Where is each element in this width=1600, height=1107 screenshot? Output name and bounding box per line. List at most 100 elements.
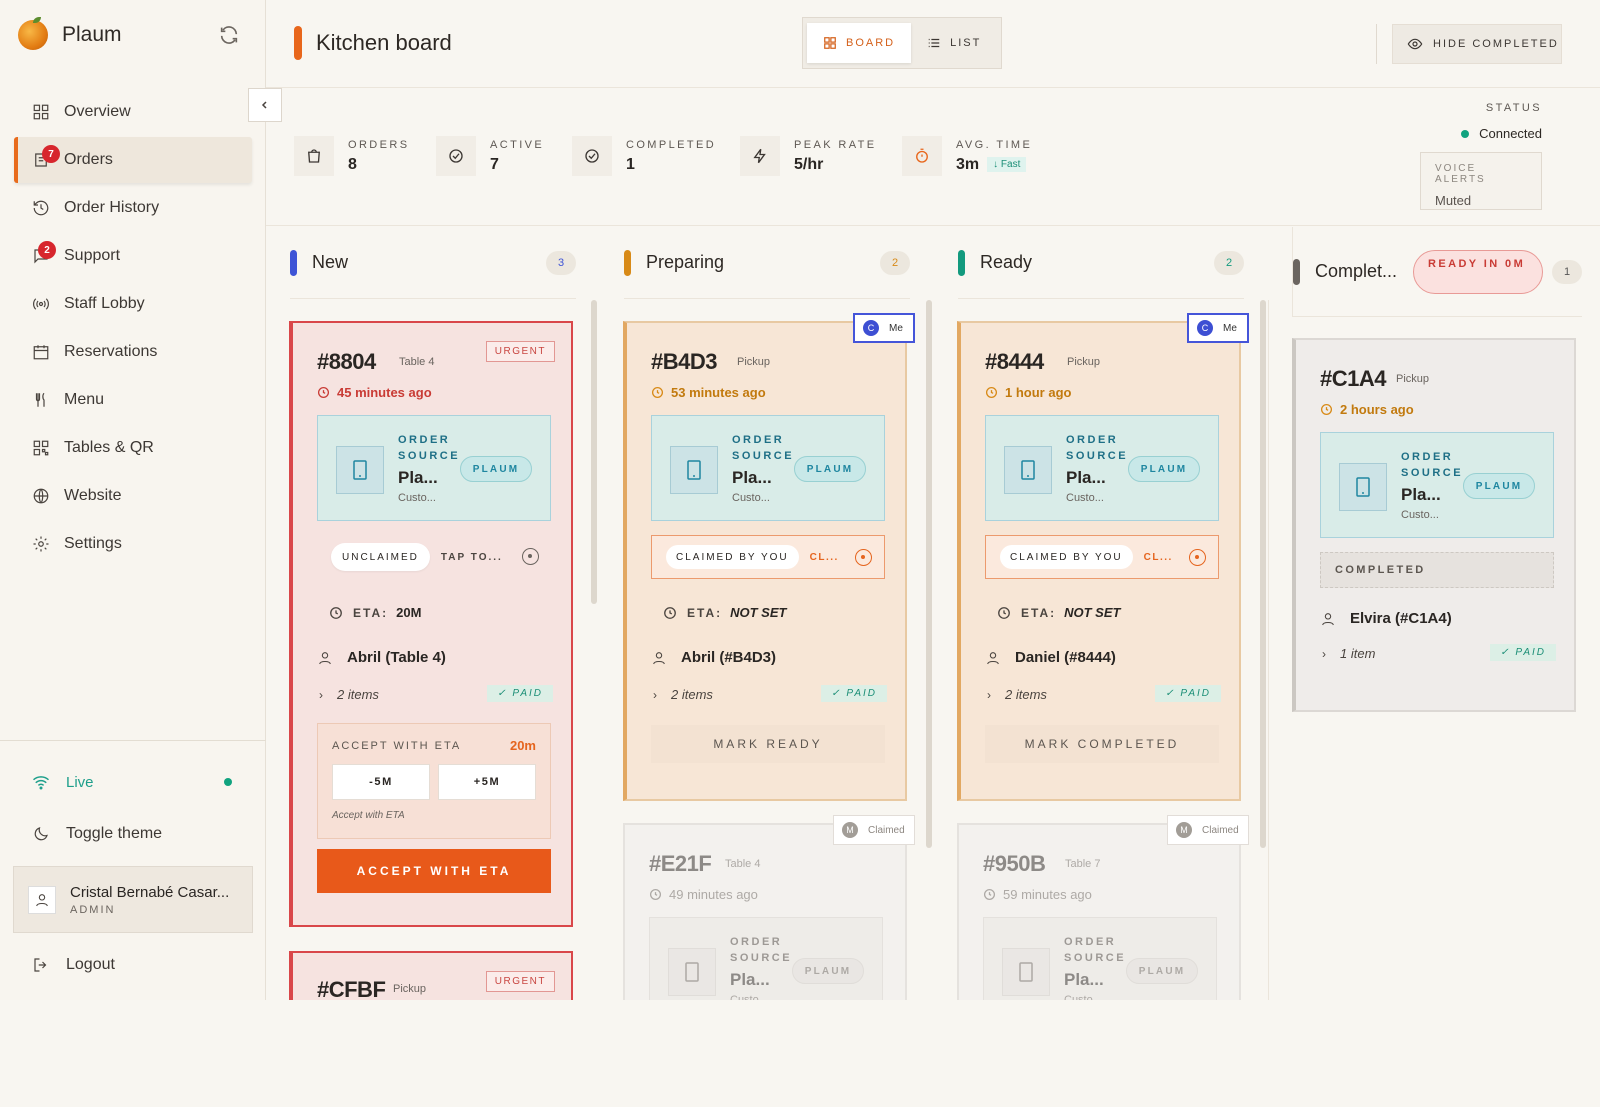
nav-tables-qr[interactable]: Tables & QR (14, 425, 252, 471)
nav-website[interactable]: Website (14, 473, 252, 519)
order-card[interactable]: C Me #8444 Pickup 1 hour ago ORDER SOURCE… (957, 313, 1249, 801)
me-label: Me (889, 322, 903, 334)
nav-reservations[interactable]: Reservations (14, 329, 252, 375)
plaum-badge: PLAUM (794, 456, 866, 482)
nav-staff-lobby[interactable]: Staff Lobby (14, 281, 252, 327)
live-dot (224, 778, 232, 786)
order-card[interactable]: C Me #B4D3 Pickup 53 minutes ago ORDER SO… (623, 313, 915, 801)
topbar-divider (1376, 24, 1377, 64)
tablet-icon (1004, 446, 1052, 494)
plus-5m-button[interactable]: +5M (438, 764, 536, 800)
customer-name: Abril (#B4D3) (651, 649, 776, 666)
order-card[interactable]: M Claimed #E21F Table 4 49 minutes ago OR… (623, 815, 915, 1000)
order-card[interactable]: #8804 Table 4 URGENT 45 minutes ago ORDE… (289, 321, 573, 927)
nav-label: Order History (64, 199, 160, 216)
moon-icon (34, 827, 48, 841)
page-bottom (0, 1000, 1600, 1107)
order-card[interactable]: #C1A4 Pickup 2 hours ago ORDER SOURCE Pl… (1292, 338, 1576, 712)
scrollbar-ready[interactable] (1260, 300, 1266, 848)
avatar (28, 885, 56, 914)
brand[interactable]: Plaum (18, 17, 122, 50)
order-card[interactable]: #CFBF Pickup URGENT (289, 951, 573, 1000)
nav-orders[interactable]: 7 Orders (14, 137, 252, 183)
chevron-right-icon: › (319, 687, 323, 702)
clock-icon (317, 386, 330, 399)
accept-eta-panel: ACCEPT WITH ETA 20m -5M +5M Accept with … (317, 723, 551, 839)
eta-value: 20M (396, 605, 422, 620)
nav-support[interactable]: 2 Support (14, 233, 252, 279)
plaum-badge: PLAUM (1126, 958, 1198, 984)
user-icon (1322, 612, 1334, 625)
me-avatar: C (863, 320, 879, 336)
order-time: 59 minutes ago (983, 887, 1092, 902)
toggle-theme[interactable]: Toggle theme (14, 814, 252, 854)
minus-5m-button[interactable]: -5M (332, 764, 430, 800)
scrollbar-new[interactable] (591, 300, 597, 604)
collapse-sidebar-button[interactable] (248, 88, 282, 122)
source-name: Pla... (1064, 970, 1104, 989)
nav-label: Staff Lobby (64, 295, 145, 312)
order-time: 45 minutes ago (317, 385, 432, 400)
eta-value: NOT SET (1064, 605, 1121, 620)
avg-time-value: 3m (956, 155, 980, 173)
paid-badge: ✓ PAID (1155, 685, 1221, 702)
topbar: Kitchen board BOARD LIST HIDE COMPLETED (266, 0, 1600, 88)
stat-completed: COMPLETED 1 (572, 135, 716, 177)
claim-action[interactable]: CL... (1144, 552, 1173, 563)
clock-icon (651, 386, 664, 399)
order-card[interactable]: M Claimed #950B Table 7 59 minutes ago OR… (957, 815, 1249, 1000)
column-title: Complet... (1315, 261, 1398, 281)
logout-button[interactable]: Logout (14, 945, 252, 985)
items-toggle[interactable]: › 2 items (987, 687, 1047, 702)
mark-completed-button[interactable]: MARK COMPLETED (985, 725, 1219, 763)
qr-icon (33, 440, 49, 456)
order-source: ORDER SOURCE Pla... Custo... PLAUM (651, 415, 885, 521)
nav-menu[interactable]: Menu (14, 377, 252, 423)
clock-icon (998, 606, 1010, 619)
scrollbar-preparing[interactable] (926, 300, 932, 848)
nav-label: Reservations (64, 343, 158, 360)
ready-in-badge: READY IN 0M (1413, 249, 1544, 294)
list-view-button[interactable]: LIST (911, 23, 997, 63)
accept-with-eta-button[interactable]: ACCEPT WITH ETA (317, 849, 551, 893)
board-view-button[interactable]: BOARD (807, 23, 912, 63)
tablet-icon (1339, 463, 1387, 511)
order-id: #B4D3 (651, 349, 717, 374)
refresh-icon[interactable] (218, 24, 240, 46)
order-source-label: ORDER SOURCE (1064, 936, 1127, 964)
items-count: 1 item (1340, 646, 1376, 661)
nav-overview[interactable]: Overview (14, 89, 252, 135)
voice-alerts-label: VOICE ALERTS (1435, 163, 1486, 185)
items-count: 2 items (337, 687, 379, 702)
items-toggle[interactable]: › 1 item (1322, 646, 1375, 661)
chevron-right-icon: › (653, 687, 657, 702)
plaum-badge: PLAUM (1128, 456, 1200, 482)
claimed-label: Claimed (1202, 824, 1239, 836)
mark-ready-button[interactable]: MARK READY (651, 725, 885, 763)
claim-target-icon[interactable] (522, 548, 539, 565)
hide-completed-label: HIDE COMPLETED (1433, 38, 1559, 50)
nav-label: Website (64, 487, 122, 504)
tap-to-claim[interactable]: TAP TO... (441, 552, 503, 563)
eta-row: ETA: NOT SET (663, 605, 786, 620)
claimer-avatar: M (842, 822, 858, 838)
claim-row[interactable]: CLAIMED BY YOU CL... (651, 535, 885, 579)
voice-alerts-toggle[interactable]: VOICE ALERTS Muted (1420, 152, 1542, 210)
claim-target-icon[interactable] (1189, 549, 1206, 566)
items-toggle[interactable]: › 2 items (653, 687, 713, 702)
claim-target-icon[interactable] (855, 549, 872, 566)
bolt-icon (753, 148, 766, 164)
claim-row[interactable]: UNCLAIMED TAP TO... (317, 535, 551, 579)
claim-action[interactable]: CL... (810, 552, 839, 563)
nav-order-history[interactable]: Order History (14, 185, 252, 231)
nav-label: Menu (64, 391, 105, 408)
nav-settings[interactable]: Settings (14, 521, 252, 567)
customer-name: Elvira (#C1A4) (1320, 610, 1452, 627)
hide-completed-button[interactable]: HIDE COMPLETED (1392, 24, 1562, 64)
urgent-badge: URGENT (485, 341, 555, 362)
live-status[interactable]: Live (14, 762, 252, 802)
items-toggle[interactable]: › 2 items (319, 687, 379, 702)
claim-row[interactable]: CLAIMED BY YOU CL... (985, 535, 1219, 579)
customer-text: Elvira (#C1A4) (1350, 610, 1452, 627)
user-profile[interactable]: Cristal Bernabé Casar... ADMIN (13, 866, 253, 933)
